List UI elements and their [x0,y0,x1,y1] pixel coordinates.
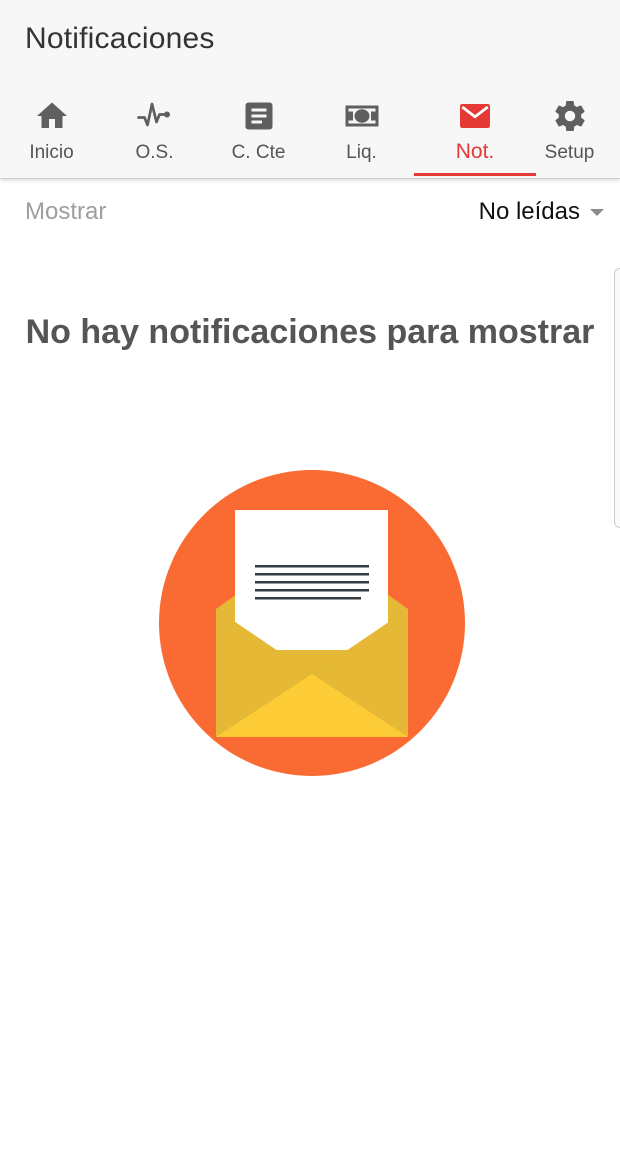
app-screen: Notificaciones Inicio O.S. C. Cte Liq. N… [0,0,620,1169]
home-icon [36,102,67,128]
filter-selected-value: No leídas [478,198,580,225]
tab-label: O.S. [135,142,174,163]
tab-label: Setup [544,142,595,163]
pulse-icon [136,102,170,127]
side-drawer-edge[interactable] [614,268,620,528]
tab-label: Liq. [346,142,377,163]
tab-label: C. Cte [231,142,286,163]
money-icon [345,105,378,127]
tab-setup[interactable]: Setup [518,90,620,178]
tab-cuenta-corriente[interactable]: C. Cte [207,90,310,178]
filter-row: Mostrar No leídas [0,180,620,244]
filter-label: Mostrar [25,198,107,225]
tab-os[interactable]: O.S. [103,90,206,178]
gear-icon [554,101,585,132]
open-envelope-icon [159,470,465,776]
app-bar: Notificaciones Inicio O.S. C. Cte Liq. N… [0,0,620,179]
document-icon [245,102,272,130]
mail-icon [460,104,490,128]
dropdown-caret-icon [590,208,604,216]
page-title: Notificaciones [25,22,215,55]
tab-label: Inicio [29,142,74,163]
tab-liquidaciones[interactable]: Liq. [310,90,413,178]
filter-dropdown[interactable]: No leídas [479,194,604,230]
empty-state-message: No hay notificaciones para mostrar [25,313,595,351]
tab-inicio[interactable]: Inicio [0,90,103,178]
tab-bar: Inicio O.S. C. Cte Liq. Not. Setup [0,90,620,178]
